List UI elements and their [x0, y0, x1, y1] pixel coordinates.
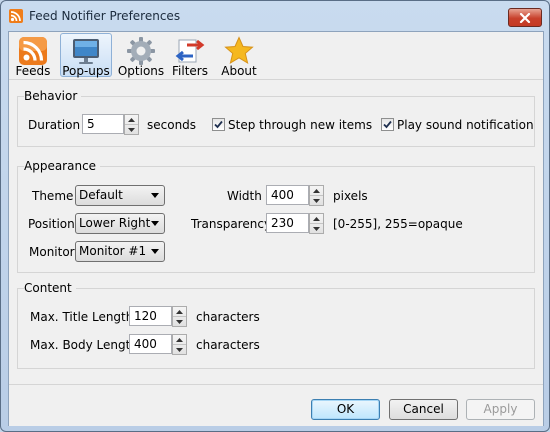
duration-spinner[interactable]: [124, 114, 139, 135]
monitor-select[interactable]: Monitor #1: [75, 241, 165, 262]
close-button[interactable]: [508, 8, 542, 27]
appearance-group-title: Appearance: [24, 159, 101, 173]
tab-options-label: Options: [117, 64, 165, 78]
behavior-group-title: Behavior: [24, 89, 82, 103]
spin-down-icon[interactable]: [125, 125, 138, 134]
position-select[interactable]: Lower Right: [75, 213, 165, 234]
filter-arrows-icon: [175, 39, 205, 63]
star-icon: [224, 36, 254, 65]
play-sound-label[interactable]: Play sound notification: [397, 118, 534, 132]
spin-up-icon[interactable]: [173, 307, 186, 317]
tab-feeds[interactable]: Feeds: [12, 33, 54, 78]
max-title-length-label: Max. Title Length: [30, 310, 134, 324]
gear-icon: [127, 37, 155, 65]
content-group: [17, 288, 535, 369]
max-body-length-input[interactable]: 400: [129, 334, 172, 354]
max-body-length-spinner[interactable]: [172, 334, 187, 355]
monitor-label: Monitor: [29, 245, 75, 259]
spin-down-icon[interactable]: [310, 224, 323, 233]
spin-up-icon[interactable]: [173, 335, 186, 345]
max-body-length-label: Max. Body Length: [30, 338, 138, 352]
monitor-icon: [73, 39, 99, 64]
step-through-checkbox[interactable]: [212, 118, 225, 131]
popups-panel: Behavior Duration 5 seconds Step through…: [9, 80, 543, 382]
monitor-select-value: Monitor #1: [79, 244, 147, 258]
tab-filters-label: Filters: [172, 64, 208, 78]
theme-select[interactable]: Default: [75, 185, 165, 206]
width-input[interactable]: 400: [266, 185, 309, 205]
apply-button[interactable]: Apply: [466, 399, 535, 420]
tab-filters[interactable]: Filters: [169, 33, 211, 78]
behavior-group-border: [17, 96, 535, 97]
content-group-border: [17, 288, 535, 289]
max-title-length-input[interactable]: 120: [129, 306, 172, 326]
content-group-title: Content: [24, 281, 76, 295]
spin-up-icon[interactable]: [125, 115, 138, 125]
rss-feed-icon: [19, 37, 47, 65]
play-sound-checkbox[interactable]: [381, 118, 394, 131]
width-label: Width: [227, 189, 262, 203]
position-label: Position: [28, 217, 75, 231]
theme-select-value: Default: [79, 188, 123, 202]
ok-button[interactable]: OK: [311, 399, 380, 420]
max-title-length-unit: characters: [196, 310, 260, 324]
checkmark-icon: [214, 120, 223, 129]
tab-options[interactable]: Options: [116, 33, 166, 78]
dialog-footer: OK Cancel Apply: [9, 384, 543, 426]
tab-feeds-label: Feeds: [15, 64, 51, 78]
tab-popups-label: Pop-ups: [62, 64, 110, 78]
theme-label: Theme: [32, 189, 74, 203]
spin-down-icon[interactable]: [173, 345, 186, 354]
max-body-length-unit: characters: [196, 338, 260, 352]
spin-down-icon[interactable]: [173, 317, 186, 326]
rss-feed-icon: [9, 9, 23, 23]
position-select-value: Lower Right: [79, 216, 151, 230]
chevron-down-icon: [151, 193, 159, 198]
checkmark-icon: [383, 120, 392, 129]
close-icon: [519, 12, 531, 23]
width-spinner[interactable]: [309, 185, 324, 206]
cancel-button[interactable]: Cancel: [389, 399, 458, 420]
transparency-input[interactable]: 230: [266, 213, 309, 233]
spin-up-icon[interactable]: [310, 214, 323, 224]
preferences-window: Feed Notifier Preferences Feeds Pop-ups …: [0, 0, 550, 432]
chevron-down-icon: [151, 249, 159, 254]
step-through-label[interactable]: Step through new items: [228, 118, 372, 132]
spin-up-icon[interactable]: [310, 186, 323, 196]
chevron-down-icon: [151, 221, 159, 226]
width-unit: pixels: [333, 189, 368, 203]
max-title-length-spinner[interactable]: [172, 306, 187, 327]
transparency-label: Transparency: [191, 217, 272, 231]
title-bar[interactable]: Feed Notifier Preferences: [1, 1, 549, 31]
duration-label: Duration: [28, 118, 81, 132]
duration-unit: seconds: [147, 118, 197, 132]
transparency-spinner[interactable]: [309, 213, 324, 234]
dialog-client: Feeds Pop-ups Options Filters About Beha…: [8, 31, 544, 426]
preferences-toolbar: Feeds Pop-ups Options Filters About: [9, 32, 543, 80]
transparency-hint: [0-255], 255=opaque: [333, 217, 463, 231]
window-title: Feed Notifier Preferences: [29, 9, 181, 23]
tab-about[interactable]: About: [217, 33, 261, 78]
tab-about-label: About: [221, 64, 257, 78]
duration-input[interactable]: 5: [82, 114, 124, 134]
spin-down-icon[interactable]: [310, 196, 323, 205]
tab-popups[interactable]: Pop-ups: [60, 33, 112, 78]
